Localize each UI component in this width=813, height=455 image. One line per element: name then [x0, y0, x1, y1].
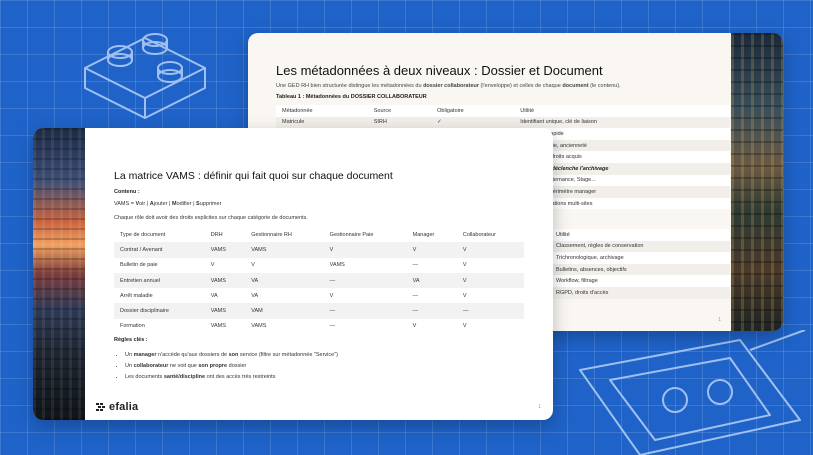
table-header-cell: Métadonnée [282, 107, 313, 114]
table-cell: VAMS [210, 246, 226, 253]
table-cell: VAMS [251, 323, 267, 330]
table-row: Bulletin de paie V V VAMS — V [114, 257, 524, 273]
table-cell: V [412, 323, 417, 330]
vams-table: Type de document DRH Gestionnaire RH Ges… [114, 227, 524, 335]
table-header-cell: DRH [210, 231, 223, 238]
table-cell: SIRH [373, 119, 387, 126]
table-cell: — [329, 277, 336, 284]
table-cell: VAM [251, 308, 263, 315]
table-cell: V [251, 262, 255, 269]
efalia-logo: efalia [96, 401, 138, 413]
list-item: Un manager n'accède qu'aux dossiers de s… [125, 350, 338, 361]
table-header-cell: Source [373, 107, 392, 114]
table-cell: VAMS [210, 323, 226, 330]
table-header-cell: Utilité [556, 231, 570, 238]
pixel-art-image [731, 33, 783, 331]
table-header-cell: Type de document [120, 231, 166, 238]
slide-title: La matrice VAMS : définir qui fait quoi … [114, 170, 393, 182]
contenu-label: Contenu : [114, 189, 140, 195]
page-number: 1 [538, 404, 541, 410]
table-row: Matricule SIRH ✓ Identifiant unique, clé de… [276, 116, 730, 129]
table-cell: — [412, 292, 419, 299]
table-header-cell: Collaborateur [462, 231, 496, 238]
table-cell: VA [251, 277, 259, 284]
table-row: Bulletins, absences, objectifs [550, 263, 730, 276]
slide-title: Les métadonnées à deux niveaux : Dossier… [276, 63, 603, 78]
table-cell: Matricule [282, 119, 305, 126]
table-cell: RGPD, droits d'accès [556, 289, 609, 296]
table-cell: Entretien annuel [120, 277, 161, 284]
table-row: Entretien annuel VAMS VA — VA V [114, 272, 524, 289]
table-header-cell: Gestionnaire RH [251, 231, 292, 238]
table-cell: V [462, 277, 467, 284]
table-header-cell: Manager [412, 231, 435, 238]
table-cell: V [462, 262, 467, 269]
table-row: Trichronologique, archivage [550, 252, 730, 264]
page-number: 1 [718, 317, 721, 323]
table-cell: V [462, 323, 467, 330]
table-cell: ✓ [437, 119, 442, 126]
table-cell: Classement, règles de conservation [556, 243, 644, 250]
table-row: Dossier disciplinaire VAMS VAM — — — [114, 303, 524, 319]
table-row: Contrat / Avenant VAMS VAMS V V V [114, 242, 524, 258]
lego-brick-icon [84, 33, 206, 119]
table-cell: VAMS [210, 277, 226, 284]
table-cell: VAMS [251, 246, 267, 253]
table-header-cell: Obligatoire [437, 107, 464, 114]
table-cell: — [329, 308, 336, 315]
table-cell: Dossier disciplinaire [120, 308, 169, 315]
table-row: RGPD, droits d'accès [550, 286, 730, 299]
table-header-row: Utilité [550, 229, 730, 241]
table-cell: — [412, 262, 419, 269]
table-cell: Arrêt maladie [120, 292, 153, 299]
rules-label: Règles clés : [114, 337, 148, 343]
table-header-row: Métadonnée Source Obligatoire Utilité [276, 105, 730, 117]
table-cell: — [329, 323, 336, 330]
table-cell: Trichronologique, archivage [556, 254, 624, 261]
cassette-tape-icon [579, 330, 806, 455]
table-cell: V [412, 246, 417, 253]
table-cell: V [462, 292, 467, 299]
table-caption: Tableau 1 : Métadonnées du DOSSIER COLLA… [276, 94, 427, 100]
table-row: Classement, règles de conservation [550, 240, 730, 253]
table-cell: VAMS [210, 308, 226, 315]
table-cell: V [329, 292, 334, 299]
table-row: Workflow, filtrage [550, 275, 730, 287]
table-row: Formation VAMS VAMS — V V [114, 318, 524, 335]
vams-definition: VAMS = Voir | Ajouter | Modifier | Suppr… [114, 201, 222, 207]
table-cell: Workflow, filtrage [556, 278, 598, 285]
table-header-row: Type de document DRH Gestionnaire RH Ges… [114, 227, 524, 243]
logo-text: efalia [109, 401, 139, 413]
table-cell: Formation [120, 323, 145, 330]
intro-text: Chaque rôle doit avoir des droits explic… [114, 215, 308, 221]
table-cell: Bulletins, absences, objectifs [556, 266, 627, 273]
pixel-art-image [33, 128, 85, 420]
slide-intro: Une GED RH bien structurée distingue les… [276, 83, 621, 89]
table-cell: V [210, 262, 215, 269]
table-row: Arrêt maladie VA VA V — V [114, 288, 524, 304]
table-cell: Contrat / Avenant [120, 246, 163, 253]
document-metadata-table: Utilité Classement, règles de conservati… [550, 229, 730, 299]
table-cell: — [412, 308, 419, 315]
vams-matrix-slide[interactable]: La matrice VAMS : définir qui fait quoi … [33, 128, 553, 420]
table-cell: VAMS [329, 262, 345, 269]
table-cell: Bulletin de paie [120, 262, 158, 269]
table-cell: Identifiant unique, clé de liaison [520, 119, 598, 126]
table-cell: VA [412, 277, 420, 284]
efalia-logo-icon [96, 403, 105, 411]
rules-list: Un manager n'accède qu'aux dossiers de s… [114, 350, 338, 383]
list-item: Les documents santé/discipline ont des a… [125, 372, 338, 383]
table-cell: — [462, 308, 469, 315]
list-item: Un collaborateur ne voit que son propre … [125, 361, 338, 372]
table-cell: VA [210, 292, 218, 299]
table-header-cell: Gestionnaire Paie [329, 231, 374, 238]
table-header-cell: Utilité [520, 107, 535, 114]
table-cell: VA [251, 292, 259, 299]
table-cell: V [329, 246, 334, 253]
table-cell: V [462, 246, 467, 253]
